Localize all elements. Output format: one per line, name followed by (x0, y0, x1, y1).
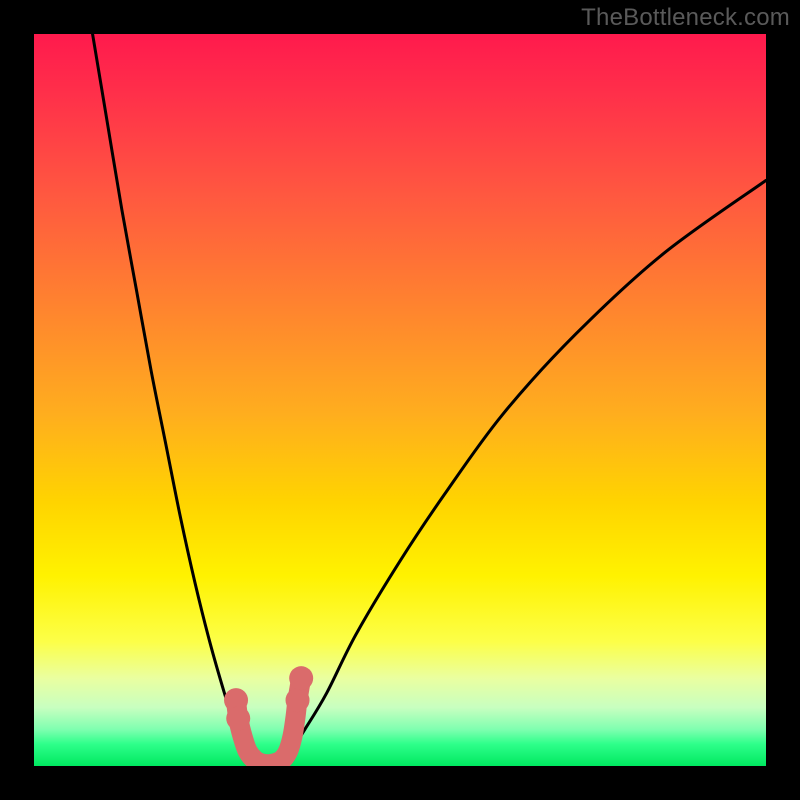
valley-marker-dot (226, 706, 250, 730)
watermark-text: TheBottleneck.com (581, 4, 790, 32)
plot-area (34, 34, 766, 766)
right-curve (268, 180, 766, 766)
valley-marker-dot (289, 666, 313, 690)
chart-frame: TheBottleneck.com (0, 0, 800, 800)
curves-svg (34, 34, 766, 766)
valley-marker-dot (286, 688, 310, 712)
left-curve (93, 34, 269, 766)
